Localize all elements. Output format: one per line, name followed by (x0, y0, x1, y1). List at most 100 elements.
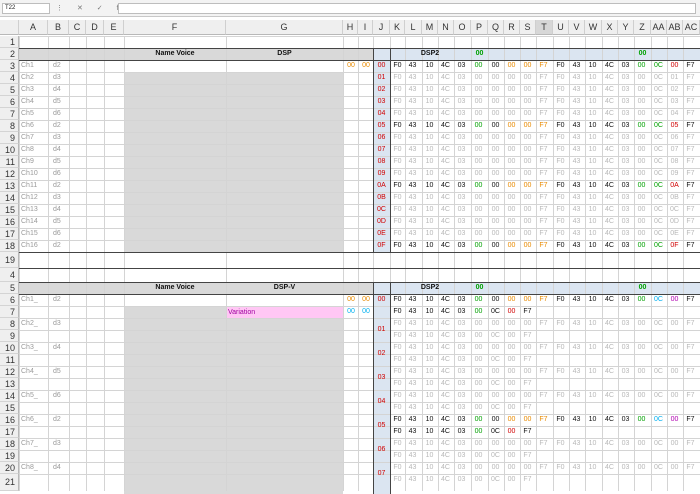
hex-cell: 00 (474, 368, 483, 375)
column-header-J[interactable]: J (373, 20, 390, 35)
j-value: 00 (377, 62, 386, 69)
column-header-T[interactable]: T (536, 20, 553, 35)
column-header-G[interactable]: G (226, 20, 343, 35)
row-header-6[interactable]: 6 (0, 294, 19, 306)
j-value: 05 (377, 422, 386, 429)
row-header-20[interactable]: 20 (0, 462, 19, 474)
row-header-6[interactable]: 6 (0, 96, 19, 108)
column-header-L[interactable]: L (405, 20, 422, 35)
row-header-17[interactable]: 17 (0, 228, 19, 240)
row-header-3[interactable]: 3 (0, 60, 19, 72)
hex-cell: 00 (507, 230, 516, 237)
hex-cell: 0C (654, 110, 663, 117)
hex-cell: 0C (491, 308, 500, 315)
hex-cell: F7 (539, 98, 548, 105)
name-box[interactable]: T22 (2, 3, 50, 14)
row-header-10[interactable]: 10 (0, 144, 19, 156)
column-header-A[interactable]: A (19, 20, 48, 35)
row-header-16[interactable]: 16 (0, 216, 19, 228)
row-header-16[interactable]: 16 (0, 414, 19, 426)
row-header-2[interactable]: 2 (0, 48, 19, 60)
column-header-S[interactable]: S (520, 20, 536, 35)
row-header-4[interactable]: 4 (0, 72, 19, 84)
column-header-C[interactable]: C (69, 20, 86, 35)
hex-cell: F7 (523, 380, 532, 387)
column-header-N[interactable]: N (438, 20, 454, 35)
row-header-8[interactable]: 8 (0, 120, 19, 132)
row-header-8[interactable]: 8 (0, 318, 19, 330)
gridline-h (19, 240, 700, 241)
hex-cell: 00 (637, 62, 646, 69)
column-header-U[interactable]: U (553, 20, 569, 35)
row-header-12[interactable]: 12 (0, 168, 19, 180)
column-header-X[interactable]: X (602, 20, 618, 35)
column-header-P[interactable]: P (471, 20, 488, 35)
column-header-Y[interactable]: Y (618, 20, 634, 35)
column-header-H[interactable]: H (343, 20, 358, 35)
row-header-5[interactable]: 5 (0, 282, 19, 294)
column-header-AC[interactable]: AC (683, 20, 700, 35)
row-header-13[interactable]: 13 (0, 180, 19, 192)
column-header-Z[interactable]: Z (634, 20, 651, 35)
hex-cell: 43 (408, 332, 417, 339)
row-header-9[interactable]: 9 (0, 330, 19, 342)
dsp2-header-2: DSP2 (420, 284, 440, 291)
column-header-V[interactable]: V (569, 20, 585, 35)
row-header-14[interactable]: 14 (0, 390, 19, 402)
row-header-21[interactable]: 21 (0, 474, 19, 491)
hex-cell: F0 (393, 218, 402, 225)
hex-cell: 10 (425, 122, 434, 129)
hex-cell: 00 (507, 218, 516, 225)
row-header-12[interactable]: 12 (0, 366, 19, 378)
select-all-corner[interactable] (0, 20, 19, 35)
row-header-13[interactable]: 13 (0, 378, 19, 390)
hex-cell: 0C (491, 380, 500, 387)
row-header-18[interactable]: 18 (0, 438, 19, 450)
row-header-1[interactable]: 1 (0, 36, 19, 48)
hex-cell: 00 (507, 368, 516, 375)
hex-cell: F7 (539, 182, 548, 189)
column-header-W[interactable]: W (585, 20, 602, 35)
row-header-7[interactable]: 7 (0, 306, 19, 318)
column-header-I[interactable]: I (358, 20, 373, 35)
formula-input[interactable] (118, 3, 696, 14)
row-header-9[interactable]: 9 (0, 132, 19, 144)
column-header-E[interactable]: E (104, 20, 124, 35)
column-header-R[interactable]: R (504, 20, 520, 35)
row-header-18[interactable]: 18 (0, 240, 19, 252)
column-header-B[interactable]: B (48, 20, 69, 35)
hex-cell: 00 (507, 344, 516, 351)
row-header-5[interactable]: 5 (0, 84, 19, 96)
column-header-O[interactable]: O (454, 20, 471, 35)
row-header-11[interactable]: 11 (0, 354, 19, 366)
column-header-K[interactable]: K (390, 20, 405, 35)
gridline-v (104, 36, 105, 491)
hex-cell: F7 (539, 146, 548, 153)
hex-cell: 00 (507, 98, 516, 105)
row-header-14[interactable]: 14 (0, 192, 19, 204)
row-header-7[interactable]: 7 (0, 108, 19, 120)
column-header-M[interactable]: M (422, 20, 438, 35)
column-header-Q[interactable]: Q (488, 20, 504, 35)
column-header-AB[interactable]: AB (667, 20, 683, 35)
hex-cell: 00 (474, 404, 483, 411)
column-header-AA[interactable]: AA (651, 20, 667, 35)
hex-cell: F7 (686, 62, 695, 69)
gridline-v (124, 36, 125, 491)
row-header-10[interactable]: 10 (0, 342, 19, 354)
hex-cell: 00 (523, 62, 532, 69)
row-header-19[interactable]: 19 (0, 450, 19, 462)
row-header-11[interactable]: 11 (0, 156, 19, 168)
hex-cell: 00 (474, 62, 483, 69)
hex-cell: 08 (670, 158, 679, 165)
hex-cell: 00 (491, 146, 500, 153)
j-value: 09 (377, 170, 386, 177)
row-header-15[interactable]: 15 (0, 204, 19, 216)
row-header-15[interactable]: 15 (0, 402, 19, 414)
row-header-17[interactable]: 17 (0, 426, 19, 438)
row-header-4[interactable]: 4 (0, 268, 19, 282)
column-header-D[interactable]: D (86, 20, 104, 35)
hex-cell: F7 (686, 416, 695, 423)
column-header-F[interactable]: F (124, 20, 226, 35)
row-header-19[interactable]: 19 (0, 252, 19, 268)
